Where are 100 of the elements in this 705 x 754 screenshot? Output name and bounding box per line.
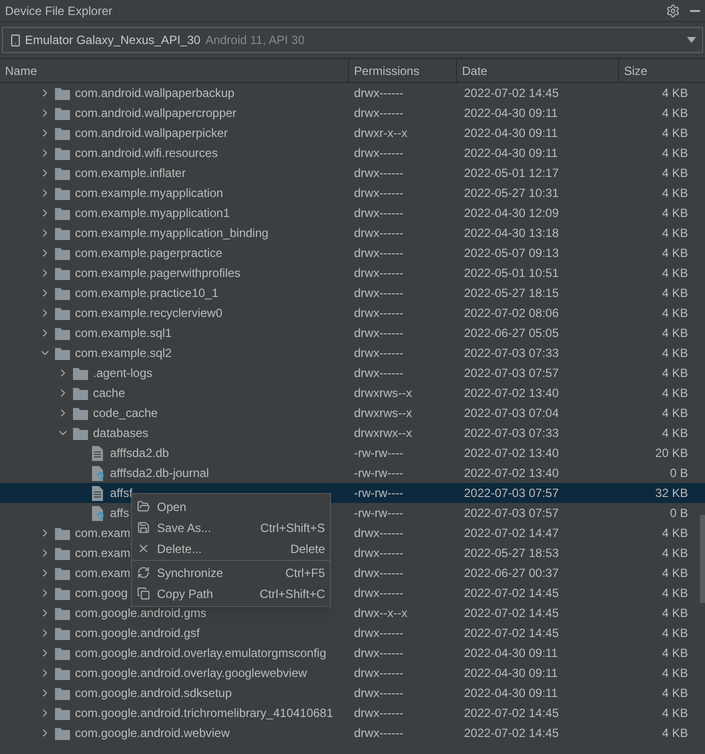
size-cell-text: 4 KB (660, 185, 688, 202)
folder-icon (55, 106, 70, 120)
menu-item[interactable]: Copy Path Ctrl+Shift+C (132, 583, 330, 604)
size-cell-text: 4 KB (660, 265, 688, 282)
size-cell-text: 4 KB (660, 325, 688, 342)
size-cell-text: 0 B (668, 505, 688, 522)
size-cell-text: 4 KB (660, 205, 688, 222)
folder-icon (55, 726, 70, 740)
folder-icon (55, 266, 70, 280)
size-cell-text: 4 KB (660, 305, 688, 322)
unknown-file-icon (91, 466, 105, 480)
size-cell-text: 4 KB (660, 625, 688, 642)
date-cell-text: 2022-05-27 10:31 (463, 185, 560, 202)
date-cell-text: 2022-07-02 14:45 (463, 625, 560, 642)
close-icon (137, 542, 150, 555)
permissions-cell-text: drwx------ (353, 145, 404, 162)
menu-item[interactable]: Delete... Delete (132, 538, 330, 559)
column-header[interactable]: Size (619, 59, 705, 82)
menu-shortcut: Ctrl+F5 (285, 564, 325, 582)
file-name: com.example.myapplication1 (75, 205, 230, 222)
file-name: com.exam (75, 525, 130, 542)
copy-icon (137, 587, 150, 600)
date-cell-text: 2022-06-27 00:37 (463, 565, 560, 582)
size-cell-text: 4 KB (660, 165, 688, 182)
permissions-cell-text: drwx------ (353, 705, 404, 722)
phone-icon (9, 34, 22, 46)
folder-icon (55, 666, 70, 680)
date-cell-text: 2022-05-01 10:51 (463, 265, 560, 282)
permissions-cell-text: drwx------ (353, 725, 404, 742)
permissions-cell-text: drwx------ (353, 85, 404, 102)
file-name: com.google.android.gms (75, 605, 206, 622)
date-cell-text: 2022-07-03 07:04 (463, 405, 560, 422)
file-name: com.example.myapplication (75, 185, 224, 202)
permissions-cell-text: drwx------ (353, 665, 404, 682)
permissions-cell-text: -rw-rw---- (353, 445, 404, 462)
date-cell-text: 2022-04-30 09:11 (463, 145, 559, 162)
permissions-cell-text: drwx------ (353, 685, 404, 702)
size-cell-text: 4 KB (660, 385, 688, 402)
file-name: com.google.android.sdksetup (75, 685, 232, 702)
caret-icon (687, 37, 696, 43)
date-cell-text: 2022-04-30 09:11 (463, 685, 559, 702)
folder-icon (55, 326, 70, 340)
unknown-file-icon (91, 506, 105, 520)
file-name: com.example.sql2 (75, 345, 172, 362)
menu-item[interactable]: Synchronize Ctrl+F5 (132, 562, 330, 583)
size-cell-text: 4 KB (660, 405, 688, 422)
folder-icon (55, 226, 70, 240)
menu-label: Synchronize (157, 564, 224, 582)
settings-icon[interactable] (666, 4, 680, 18)
date-cell-text: 2022-04-30 09:11 (463, 125, 559, 142)
file-name: com.google.android.overlay.emulatorgmsconfig (75, 645, 326, 662)
permissions-cell-text: drwx------ (353, 325, 404, 342)
file-name: com.android.wallpapercropper (75, 105, 236, 122)
size-cell-text: 4 KB (660, 105, 688, 122)
file-name: affsf (110, 485, 132, 502)
folder-icon (55, 86, 70, 100)
size-cell-text: 4 KB (660, 545, 688, 562)
date-cell-text: 2022-07-03 07:33 (463, 425, 560, 442)
file-name: com.example.pagerwithprofiles (75, 265, 240, 282)
permissions-cell-text: drwx------ (353, 525, 404, 542)
date-cell-text: 2022-07-02 13:40 (463, 465, 560, 482)
folder-icon (73, 426, 88, 440)
file-name: afffsda2.db (110, 445, 169, 462)
date-cell-text: 2022-04-30 09:11 (463, 105, 559, 122)
permissions-cell-text: drwx------ (353, 265, 404, 282)
permissions-cell-text: drwxr-x--x (353, 125, 408, 142)
column-header[interactable]: Date (457, 59, 619, 82)
scrollbar-thumb[interactable] (700, 515, 705, 603)
folder-icon (55, 626, 70, 640)
file-name: code_cache (93, 405, 158, 422)
permissions-cell-text: drwx------ (353, 345, 404, 362)
file-name: afffsda2.db-journal (110, 465, 209, 482)
folder-icon (73, 366, 88, 380)
device-detail: Android 11, API 30 (205, 32, 305, 49)
menu-shortcut: Ctrl+Shift+C (260, 586, 325, 602)
date-cell-text: 2022-04-30 09:11 (463, 665, 559, 682)
size-cell-text: 4 KB (660, 145, 688, 162)
file-name: cache (93, 385, 126, 402)
column-header[interactable]: Permissions (349, 59, 457, 82)
file-name: .agent-logs (93, 365, 152, 382)
date-cell-text: 2022-04-30 13:18 (463, 225, 560, 242)
date-cell-text: 2022-05-01 12:17 (463, 165, 560, 182)
minimize-icon[interactable] (690, 10, 700, 12)
date-cell-text: 2022-07-03 07:57 (463, 365, 560, 382)
permissions-cell-text: drwxrws--x (353, 405, 413, 422)
folder-icon (55, 546, 70, 560)
file-icon (91, 446, 105, 460)
permissions-cell-text: drwxrwx--x (353, 425, 413, 442)
permissions-cell-text: drwx------ (353, 585, 404, 602)
folder-icon (55, 706, 70, 720)
device-dropdown[interactable]: Emulator Galaxy_Nexus_API_30 Android 11, API 30 (2, 27, 703, 53)
size-cell-text: 32 KB (654, 485, 688, 502)
date-cell-text: 2022-07-02 13:40 (463, 445, 560, 462)
column-header[interactable]: Name (0, 59, 349, 82)
folder-icon (55, 246, 70, 260)
menu-shortcut: Delete (290, 540, 325, 558)
date-cell-text: 2022-07-02 14:47 (463, 525, 560, 542)
file-name: databases (93, 425, 148, 442)
menu-item[interactable]: Save As... Ctrl+Shift+S (132, 517, 330, 538)
file-name: com.google.android.overlay.googlewebview (75, 665, 307, 682)
